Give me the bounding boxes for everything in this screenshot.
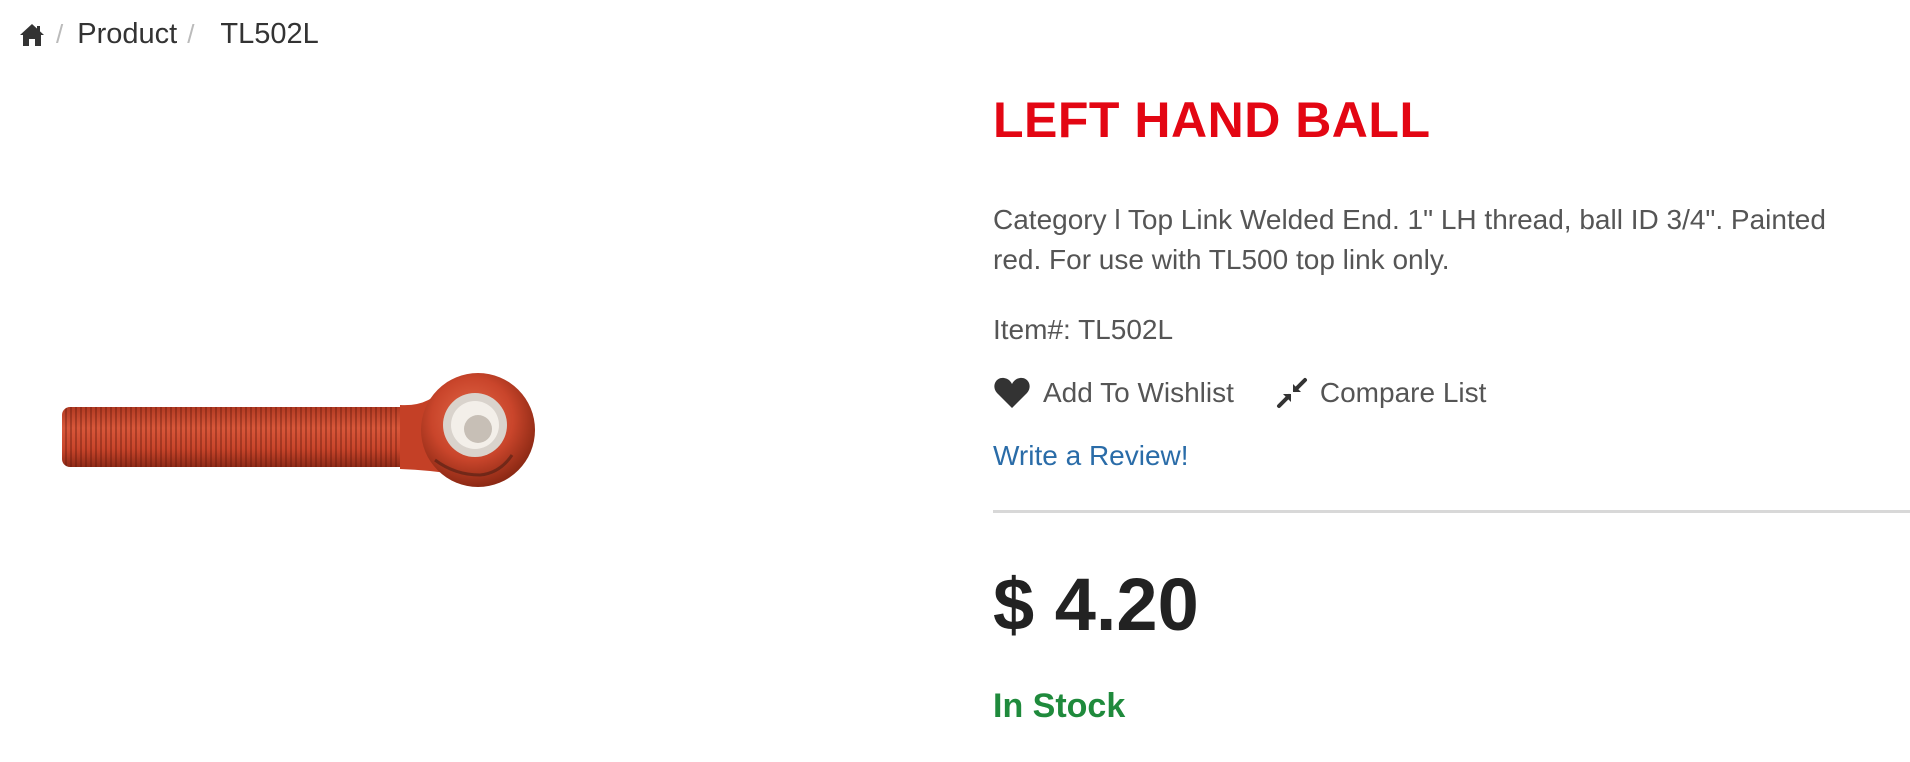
compare-label: Compare List (1319, 377, 1487, 408)
breadcrumb-current: TL502L (220, 18, 319, 50)
product-description: Category l Top Link Welded End. 1" LH th… (993, 204, 1826, 275)
product-details: LEFT HAND BALL Category l Top Link Welde… (993, 90, 1910, 726)
wishlist-label: Add To Wishlist (1043, 377, 1234, 408)
product-title: LEFT HAND BALL (993, 92, 1431, 148)
product-actions: Add To Wishlist Compare List (993, 376, 1910, 410)
heart-icon (993, 376, 1031, 410)
top-link-ball-end-image (62, 373, 535, 487)
add-to-wishlist-button[interactable]: Add To Wishlist (993, 376, 1234, 410)
breadcrumb-separator: / (56, 19, 64, 49)
stock-status: In Stock (993, 687, 1126, 725)
product-price: $ 4.20 (993, 563, 1199, 646)
compress-arrows-icon (1276, 377, 1308, 409)
write-review-link[interactable]: Write a Review! (993, 440, 1189, 472)
compare-list-button[interactable]: Compare List (1276, 377, 1487, 409)
product-image[interactable] (60, 345, 560, 505)
breadcrumb-product-link[interactable]: Product (77, 18, 177, 51)
product-page: / Product / TL502L LEFT HAND BALL Catego… (0, 0, 1910, 762)
breadcrumb: / Product / TL502L (18, 18, 319, 51)
breadcrumb-separator: / (187, 19, 195, 49)
divider (993, 510, 1910, 513)
item-number: Item#: TL502L (993, 314, 1174, 345)
home-icon[interactable] (18, 21, 46, 49)
